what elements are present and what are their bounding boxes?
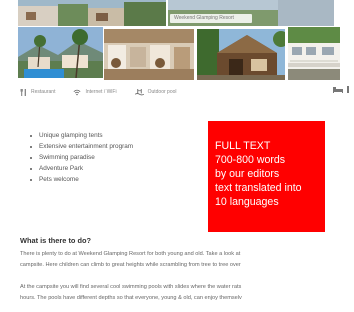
amenity-label: Outdoor pool [147, 89, 177, 95]
amenity-wifi: Internet / WiFi [73, 89, 117, 96]
cutlery-icon [20, 88, 26, 96]
placeholder-line: 700-800 words [215, 154, 286, 166]
gallery-caption: Weekend Glamping Resort [170, 14, 252, 23]
amenity-label: Restaurant [31, 89, 56, 95]
feature-list: Unique glamping tents Extensive entertai… [30, 130, 133, 185]
bed-icon [333, 87, 343, 93]
gallery-photo-tent-lodge[interactable] [197, 29, 285, 80]
more-icon [347, 86, 349, 93]
wifi-icon [73, 89, 81, 95]
pool-icon [134, 88, 144, 95]
list-item: Swimming paradise [30, 152, 133, 163]
amenity-pool: Outdoor pool [134, 88, 177, 96]
full-text-placeholder-box: FULL TEXT 700-800 words by our editors t… [208, 121, 325, 232]
placeholder-line: 10 languages [215, 196, 279, 208]
placeholder-line: text translated into [215, 182, 302, 194]
gallery-photo-houses-top[interactable] [18, 0, 166, 26]
gallery-photo-dining-terrace[interactable] [104, 29, 194, 80]
gallery-photo-palm-villas[interactable] [18, 27, 103, 78]
amenity-label: Internet / WiFi [85, 89, 117, 95]
amenities-bar: Restaurant Internet / WiFi Outdoor pool [20, 86, 350, 98]
amenity-restaurant: Restaurant [20, 88, 56, 96]
section-heading: What is there to do? [20, 236, 92, 245]
paragraph-line: hours. The pools have different depths s… [20, 295, 242, 301]
list-item: Unique glamping tents [30, 130, 133, 141]
list-item: Adventure Park [30, 163, 133, 174]
list-item: Pets welcome [30, 174, 133, 185]
placeholder-line: FULL TEXT [215, 140, 271, 152]
amenity-extra-icons [333, 86, 350, 93]
paragraph-line: At the campsite you will find several co… [20, 284, 242, 290]
list-item: Extensive entertainment program [30, 141, 133, 152]
paragraph-line: campsite. Here children can climb to gre… [20, 262, 241, 268]
paragraph-line: There is plenty to do at Weekend Glampin… [20, 251, 241, 257]
gallery-photo-mobile-home[interactable] [288, 27, 340, 80]
placeholder-line: by our editors [215, 168, 280, 180]
